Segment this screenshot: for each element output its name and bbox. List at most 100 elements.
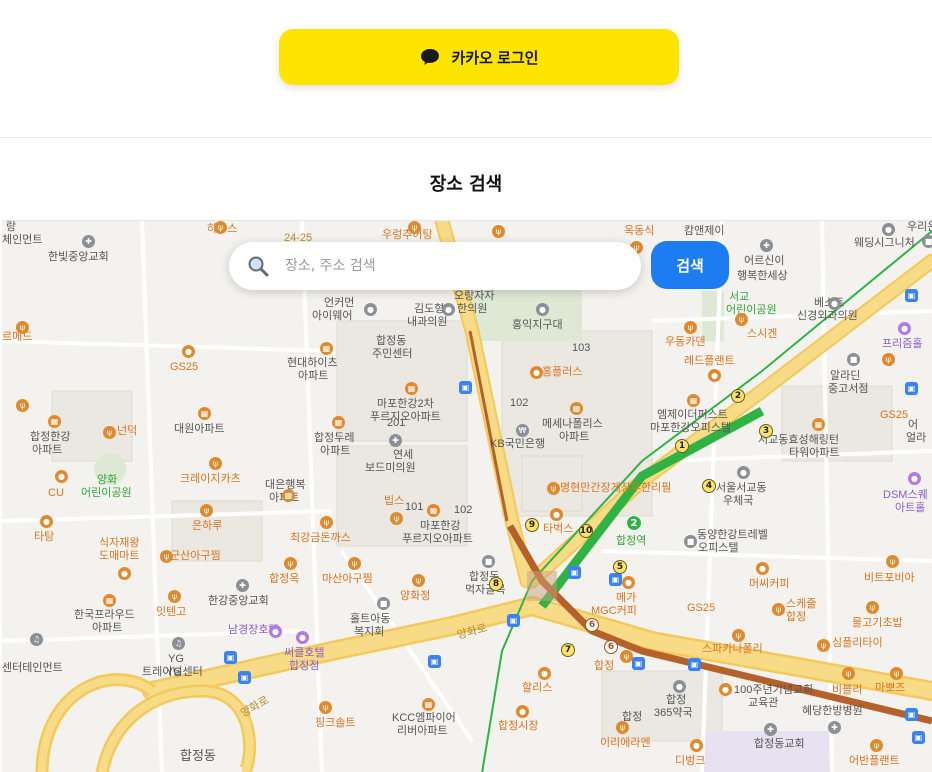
bus-stop-icon[interactable]: ▣: [905, 382, 918, 395]
bank-icon[interactable]: ■: [922, 235, 932, 248]
bus-stop-icon[interactable]: ▣: [238, 671, 251, 684]
kakao-login-button[interactable]: 카카오 로그인: [279, 29, 679, 85]
restaurant-icon[interactable]: ψ: [684, 321, 697, 334]
bookstore-icon[interactable]: ■: [847, 353, 860, 366]
plus-icon[interactable]: ✚: [760, 239, 773, 252]
restaurant-icon[interactable]: ψ: [168, 590, 181, 603]
clinic-icon[interactable]: ●: [364, 303, 377, 316]
restaurant-icon[interactable]: ψ: [160, 550, 173, 563]
restaurant-icon[interactable]: ψ: [412, 574, 425, 587]
restaurant-icon[interactable]: ψ: [390, 512, 403, 525]
restaurant-icon[interactable]: ψ: [348, 557, 361, 570]
restaurant-icon[interactable]: ψ: [817, 639, 830, 652]
apartment-icon[interactable]: ▦: [687, 394, 700, 407]
restaurant-icon[interactable]: ψ: [735, 313, 748, 326]
convenience-store-icon[interactable]: ●: [55, 470, 68, 483]
music-icon[interactable]: ♫: [172, 637, 185, 650]
restaurant-icon[interactable]: ψ: [886, 555, 899, 568]
bus-stop-icon[interactable]: ▣: [905, 708, 918, 721]
apartment-icon[interactable]: ▦: [422, 698, 435, 711]
market-icon[interactable]: ■: [482, 555, 495, 568]
apartment-icon[interactable]: ▦: [570, 402, 583, 415]
bank-icon[interactable]: ₩: [516, 424, 529, 437]
restaurant-icon[interactable]: ψ: [772, 603, 785, 616]
bus-stop-icon[interactable]: ▣: [688, 658, 701, 671]
market-icon[interactable]: ●: [516, 705, 529, 718]
subway-exit-marker[interactable]: 7: [561, 643, 575, 657]
bus-stop-icon[interactable]: ▣: [459, 381, 472, 394]
cafe-icon[interactable]: ●: [756, 562, 769, 575]
bus-stop-icon[interactable]: ▣: [507, 614, 520, 627]
cafe-icon[interactable]: ●: [550, 508, 563, 521]
bus-stop-icon[interactable]: ▣: [568, 566, 581, 579]
apartment-icon[interactable]: ▦: [198, 407, 211, 420]
clinic-icon[interactable]: ●: [828, 297, 841, 310]
apartment-icon[interactable]: ▦: [405, 382, 418, 395]
subway-exit-marker[interactable]: 5: [613, 560, 627, 574]
apartment-icon[interactable]: ▦: [332, 416, 345, 429]
post-office-icon[interactable]: ●: [737, 466, 750, 479]
search-input[interactable]: [285, 258, 615, 274]
restaurant-icon[interactable]: ψ: [842, 667, 855, 680]
bus-stop-icon[interactable]: ▣: [912, 731, 925, 744]
clinic-icon[interactable]: ●: [442, 303, 455, 316]
restaurant-icon[interactable]: ψ: [732, 629, 745, 642]
map-view[interactable]: 하우스 24-25 우렁추어탕 옥동식 캄앤제이 우리은 웨딩시그니처 랑 체인…: [2, 220, 932, 772]
cafe-icon[interactable]: ●: [719, 683, 732, 696]
restaurant-icon[interactable]: ψ: [16, 321, 29, 334]
bus-stop-icon[interactable]: ▣: [905, 289, 918, 302]
subway-exit-marker[interactable]: 4: [702, 479, 716, 493]
subway-exit-marker[interactable]: 1: [675, 439, 689, 453]
cafe-icon[interactable]: ●: [708, 369, 721, 382]
apartment-icon[interactable]: ▦: [320, 342, 333, 355]
restaurant-icon[interactable]: ψ: [866, 601, 879, 614]
hospital-icon[interactable]: ✚: [828, 721, 841, 734]
hall-icon[interactable]: ●: [898, 322, 911, 335]
building-icon[interactable]: ■: [684, 535, 697, 548]
apartment-icon[interactable]: ▦: [282, 489, 295, 502]
pharmacy-icon[interactable]: ●: [673, 680, 686, 693]
subway-exit-marker[interactable]: 8: [489, 577, 503, 591]
mart-icon[interactable]: ●: [118, 567, 131, 580]
hall-icon[interactable]: ●: [908, 472, 921, 485]
cafe-icon[interactable]: ●: [622, 576, 635, 589]
search-button[interactable]: 검색: [651, 241, 729, 289]
church-icon[interactable]: ✚: [236, 579, 249, 592]
subway-exit-marker[interactable]: 3: [759, 424, 773, 438]
restaurant-icon[interactable]: ψ: [616, 721, 629, 734]
subway-exit-marker[interactable]: 9: [525, 518, 539, 532]
subway-exit-marker[interactable]: 2: [731, 389, 745, 403]
subway-exit-marker[interactable]: 6: [585, 618, 599, 632]
apartment-icon[interactable]: ▦: [48, 415, 61, 428]
cafe-icon[interactable]: ●: [690, 739, 703, 752]
restaurant-icon[interactable]: ψ: [209, 457, 222, 470]
restaurant-icon[interactable]: ψ: [492, 225, 505, 238]
shop-icon[interactable]: ●: [882, 223, 895, 236]
cafe-icon[interactable]: ●: [538, 667, 551, 680]
restaurant-icon[interactable]: ψ: [103, 426, 116, 439]
convenience-store-icon[interactable]: ●: [182, 345, 195, 358]
apartment-icon[interactable]: ▦: [812, 418, 825, 431]
bus-stop-icon[interactable]: ▣: [632, 657, 645, 670]
apartment-icon[interactable]: ▦: [427, 504, 440, 517]
restaurant-icon[interactable]: ψ: [547, 482, 560, 495]
cafe-icon[interactable]: ●: [40, 515, 53, 528]
police-icon[interactable]: ●: [536, 303, 549, 316]
church-icon[interactable]: ✚: [82, 235, 95, 248]
bus-stop-icon[interactable]: ▣: [224, 651, 237, 664]
restaurant-icon[interactable]: ψ: [200, 504, 213, 517]
apartment-icon[interactable]: ▦: [103, 594, 116, 607]
restaurant-icon[interactable]: ψ: [890, 667, 903, 680]
restaurant-icon[interactable]: ψ: [408, 221, 421, 234]
restaurant-icon[interactable]: ψ: [320, 516, 333, 529]
restaurant-icon[interactable]: ψ: [214, 221, 227, 234]
clinic-icon[interactable]: ✚: [389, 434, 402, 447]
restaurant-icon[interactable]: ψ: [870, 739, 883, 752]
hotel-icon[interactable]: ●: [296, 631, 309, 644]
restaurant-icon[interactable]: ψ: [882, 353, 895, 366]
restaurant-icon[interactable]: ψ: [284, 557, 297, 570]
subway-exit-marker[interactable]: 6: [604, 640, 618, 654]
subway-exit-marker[interactable]: 10: [579, 524, 593, 538]
bus-stop-icon[interactable]: ▣: [428, 655, 441, 668]
music-icon[interactable]: ♫: [30, 633, 43, 646]
